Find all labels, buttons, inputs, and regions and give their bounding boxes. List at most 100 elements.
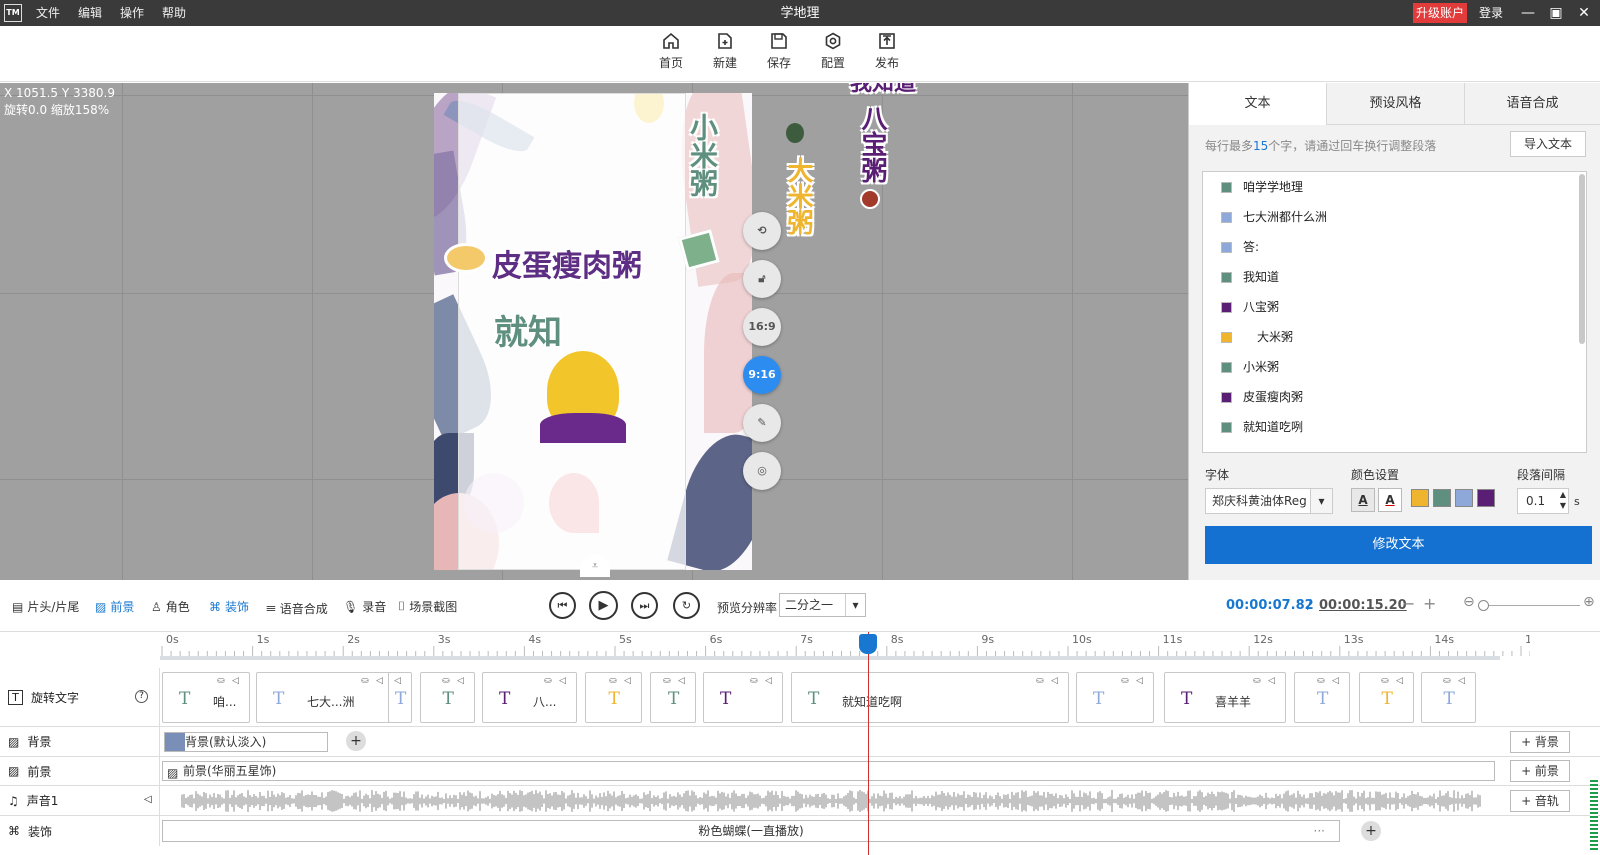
sticker-jiuzhi[interactable]: 就知 <box>494 305 562 354</box>
list-item[interactable]: 我知道 <box>1203 262 1586 292</box>
collapse-toggle[interactable]: ⩡ <box>580 555 610 577</box>
text-clip[interactable]: T ⛀ ◁ <box>585 672 642 723</box>
stroke-color-icon[interactable]: A <box>1378 488 1402 512</box>
effect-icon[interactable]: ⛀ <box>1317 676 1331 688</box>
tab-screenshot[interactable]: ⌷ 场景截图 <box>398 598 457 615</box>
playhead-handle[interactable] <box>859 634 877 654</box>
effect-icon[interactable]: ⛀ <box>544 676 558 688</box>
edit-button[interactable]: ✎ <box>743 404 781 442</box>
tab-record[interactable]: 🎙︎ 录音 <box>343 598 386 615</box>
list-item[interactable]: 就知道吃咧 <box>1203 412 1586 442</box>
menu-help[interactable]: 帮助 <box>162 0 186 26</box>
spacing-stepper[interactable]: 0.1 ▲ ▼ <box>1517 488 1569 514</box>
list-item[interactable]: 七大洲都什么洲 <box>1203 202 1586 232</box>
volume-icon[interactable]: ◁ <box>1396 676 1410 688</box>
menu-file[interactable]: 文件 <box>36 0 60 26</box>
total-time[interactable]: 00:00:15.20 <box>1319 598 1407 613</box>
volume-icon[interactable]: ◁ <box>1332 676 1346 688</box>
list-item[interactable]: 小米粥 <box>1203 352 1586 382</box>
modify-text-button[interactable]: 修改文本 <box>1205 526 1592 564</box>
new-button[interactable]: 新建 <box>703 32 747 71</box>
more-icon[interactable]: ··· <box>1314 821 1325 841</box>
tab-intro-outro[interactable]: ▤ 片头/片尾 <box>12 598 79 615</box>
minimize-icon[interactable]: — <box>1516 0 1540 26</box>
text-clip[interactable]: T ⛀ ◁ <box>1421 672 1476 723</box>
menu-operate[interactable]: 操作 <box>120 0 144 26</box>
zoom-slider-track[interactable] <box>1480 605 1580 606</box>
prev-button[interactable]: ⏮ <box>549 592 576 619</box>
scrollbar[interactable] <box>1579 174 1585 344</box>
sticker-dami[interactable]: 大米粥 <box>780 157 817 235</box>
swatch-blue[interactable] <box>1455 489 1473 507</box>
rotate-button[interactable]: ⟲ <box>743 212 781 250</box>
sticker-xiaomi[interactable]: 小米粥 <box>682 113 722 197</box>
effect-icon[interactable]: ⛀ <box>1443 676 1457 688</box>
preview-canvas[interactable]: X 1051.5 Y 3380.9 旋转0.0 缩放158% 皮蛋瘦肉粥 就知 … <box>0 83 1188 580</box>
sticker-babao[interactable]: 八宝粥 <box>854 105 891 183</box>
close-icon[interactable]: ✕ <box>1572 0 1596 26</box>
volume-icon[interactable]: ◁ <box>232 676 246 688</box>
effect-icon[interactable]: ⛀ <box>217 676 231 688</box>
home-button[interactable]: 首页 <box>649 32 693 71</box>
volume-icon[interactable]: ◁ <box>1458 676 1472 688</box>
text-clip[interactable]: T ⛀ ◁ <box>1294 672 1350 723</box>
login-button[interactable]: 登录 <box>1479 0 1503 26</box>
list-item[interactable]: 答: <box>1203 232 1586 262</box>
effect-icon[interactable]: ⛀ <box>1381 676 1395 688</box>
zoom-in-icon[interactable]: ⊕ <box>1583 594 1595 610</box>
add-foreground-button[interactable]: + 前景 <box>1510 760 1570 782</box>
effect-icon[interactable]: ⛀ <box>609 676 623 688</box>
text-clip[interactable]: T 八... ⛀ ◁ <box>482 672 577 723</box>
stepper-arrows-icon[interactable]: ▲ ▼ <box>1560 489 1566 511</box>
plus-icon[interactable]: + <box>1423 594 1436 613</box>
text-clip[interactable]: T ⛀ ◁ <box>420 672 475 723</box>
replay-button[interactable]: ↻ <box>673 592 700 619</box>
text-clip[interactable]: T ⛀ ◁ <box>1359 672 1414 723</box>
add-decor-clip-button[interactable]: + <box>1361 821 1381 841</box>
resolution-select[interactable]: 二分之一 ▾ <box>779 593 866 617</box>
tab-foreground[interactable]: ▨ 前景 <box>95 598 134 615</box>
swatch-purple[interactable] <box>1477 489 1495 507</box>
volume-icon[interactable]: ◁ <box>394 676 408 688</box>
ratio-9-16-button[interactable]: 9:16 <box>743 356 781 394</box>
text-clip[interactable]: T 喜羊羊 ⛀ ◁ <box>1164 672 1286 723</box>
restore-icon[interactable]: ▣ <box>1544 0 1568 26</box>
list-item[interactable]: 皮蛋瘦肉粥 <box>1203 382 1586 412</box>
effect-icon[interactable]: ⛀ <box>1253 676 1267 688</box>
volume-icon[interactable]: ◁ <box>678 676 692 688</box>
effect-icon[interactable]: ⛀ <box>442 676 456 688</box>
tab-tts[interactable]: 语音合成 <box>1465 83 1600 125</box>
effect-icon[interactable]: ⛀ <box>750 676 764 688</box>
save-button[interactable]: 保存 <box>757 32 801 71</box>
list-item[interactable]: 大米粥 <box>1203 322 1586 352</box>
volume-icon[interactable]: ◁ <box>559 676 573 688</box>
phone-preview[interactable]: 皮蛋瘦肉粥 就知 小米粥 <box>434 93 752 570</box>
volume-icon[interactable]: ◁ <box>765 676 779 688</box>
tab-preset-style[interactable]: 预设风格 <box>1327 83 1465 125</box>
list-item[interactable]: 咱学学地理 <box>1203 172 1586 202</box>
tab-character[interactable]: ♙ 角色 <box>151 598 190 615</box>
timeline-ruler[interactable]: 0s 1s 2s 3s 4s 5s 6s 7s 8s 9s 10s 11s 12s 13s 14s 15s <box>160 632 1594 668</box>
effect-icon[interactable]: ⛀ <box>1121 676 1135 688</box>
text-clip[interactable]: T ⛀ ◁ <box>650 672 696 723</box>
tab-decoration[interactable]: ⌘ 装饰 <box>209 598 249 615</box>
volume-icon[interactable]: ◁ <box>457 676 471 688</box>
decor-clip[interactable]: 粉色蝴蝶(一直播放) ··· <box>162 820 1340 842</box>
play-button[interactable]: ▶ <box>589 591 618 620</box>
text-clip[interactable]: T 七大...洲 ⛀ ◁ <box>256 672 394 723</box>
upgrade-button[interactable]: 升级账户 <box>1413 3 1468 23</box>
sticker-wozhidao[interactable]: 我知道 <box>850 83 916 97</box>
swatch-green[interactable] <box>1433 489 1451 507</box>
text-clip[interactable]: T ◁ <box>388 672 412 723</box>
fg-clip[interactable]: ▨ 前景(华丽五星饰) <box>162 761 1495 781</box>
effect-icon[interactable]: ⛀ <box>361 676 375 688</box>
text-color-icon[interactable]: A <box>1351 488 1375 512</box>
minus-icon[interactable]: − <box>1402 594 1415 613</box>
text-list[interactable]: 咱学学地理 七大洲都什么洲 答: 我知道 八宝粥 大米粥 小米粥 皮蛋瘦肉粥 就… <box>1202 171 1587 453</box>
lock-button[interactable]: 🔓︎ <box>743 260 781 298</box>
import-text-button[interactable]: 导入文本 <box>1510 131 1586 157</box>
zoom-out-icon[interactable]: ⊖ <box>1463 594 1475 610</box>
ratio-16-9-button[interactable]: 16:9 <box>743 308 781 346</box>
volume-icon[interactable]: ◁ <box>1051 676 1065 688</box>
audio-waveform[interactable] <box>162 789 1495 813</box>
